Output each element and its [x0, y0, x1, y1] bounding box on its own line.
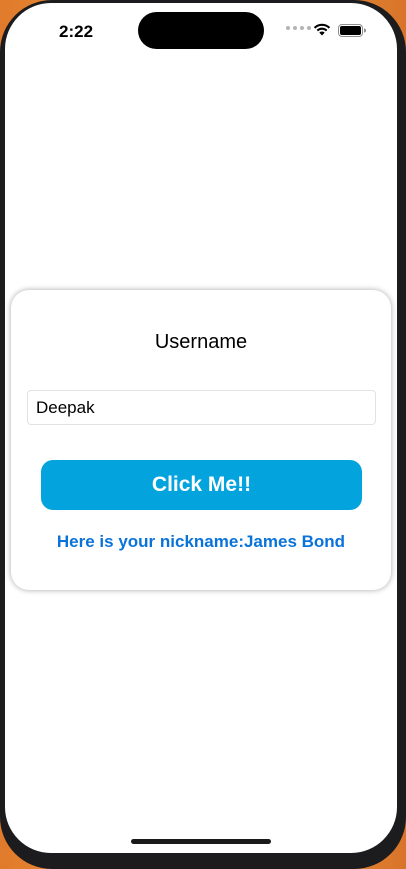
- nickname-result: Here is your nickname:James Bond: [56, 532, 346, 551]
- username-input[interactable]: [27, 390, 376, 425]
- username-card: Username Click Me!! Here is your nicknam…: [11, 290, 391, 590]
- signal-dots-icon: [286, 26, 311, 30]
- click-me-button[interactable]: Click Me!!: [41, 460, 362, 510]
- dynamic-island: [138, 12, 264, 49]
- home-indicator: [131, 839, 271, 844]
- battery-icon: [338, 24, 366, 37]
- wifi-icon: [313, 23, 331, 36]
- status-time: 2:22: [59, 22, 94, 41]
- card-title: Username: [154, 331, 248, 353]
- screen: 2:22 Username Click Me!! Here is your ni…: [5, 3, 397, 853]
- phone-frame: 2:22 Username Click Me!! Here is your ni…: [0, 0, 406, 869]
